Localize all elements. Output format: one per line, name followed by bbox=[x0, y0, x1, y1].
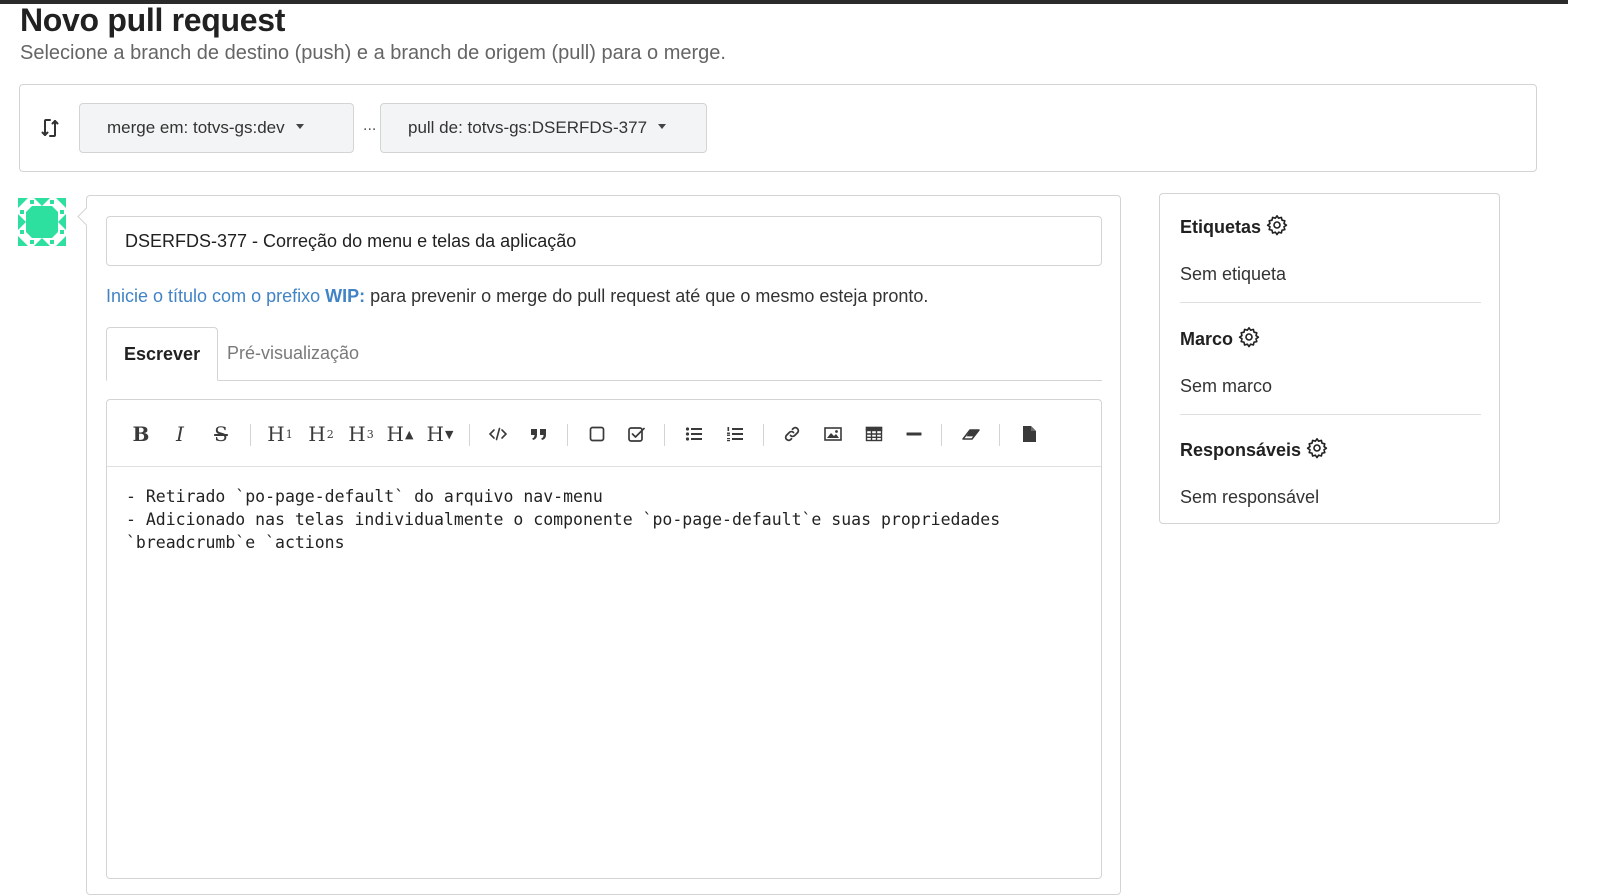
heading-1-sub: 1 bbox=[285, 427, 293, 441]
heading-1-letter: H bbox=[267, 422, 285, 446]
heading-2-sub: 2 bbox=[326, 427, 334, 441]
chevron-down-icon bbox=[658, 124, 667, 129]
gear-icon[interactable] bbox=[1261, 214, 1288, 241]
base-branch-label: merge em: totvs-gs:dev bbox=[107, 118, 285, 137]
pr-description-textarea[interactable]: - Retirado `po-page-default` do arquivo … bbox=[126, 485, 1086, 554]
wip-keyword: WIP: bbox=[325, 286, 366, 306]
labels-section: Etiquetas Sem etiqueta bbox=[1180, 214, 1481, 285]
base-branch-dropdown[interactable]: merge em: totvs-gs:dev bbox=[79, 103, 354, 153]
heading-smaller-letter: H bbox=[426, 422, 444, 446]
heading-3-button[interactable]: H3 bbox=[345, 420, 377, 448]
markdown-editor: B I S H1 H2 H3 H ▲ H ▼ - Retirado `po-pa… bbox=[106, 399, 1102, 879]
milestone-section: Marco Sem marco bbox=[1180, 326, 1481, 397]
heading-3-letter: H bbox=[348, 422, 366, 446]
milestone-title: Marco bbox=[1180, 326, 1481, 353]
wip-hint-suffix: para prevenir o merge do pull request at… bbox=[365, 286, 929, 306]
compare-arrows-icon bbox=[39, 117, 61, 139]
pr-title-input[interactable] bbox=[106, 216, 1102, 266]
branch-separator: ... bbox=[363, 117, 377, 134]
bold-button[interactable]: B bbox=[127, 420, 155, 448]
heading-smaller-sub: ▼ bbox=[444, 427, 454, 441]
assignees-heading: Responsáveis bbox=[1180, 440, 1302, 460]
link-icon[interactable] bbox=[778, 420, 806, 448]
tab-write[interactable]: Escrever bbox=[106, 327, 219, 381]
toolbar-divider bbox=[941, 424, 942, 446]
heading-bigger-button[interactable]: H ▲ bbox=[384, 420, 416, 448]
code-icon[interactable] bbox=[484, 420, 512, 448]
checkbox-empty-icon[interactable] bbox=[583, 420, 611, 448]
wip-hint-prefix: Inicie o título com o prefixo bbox=[106, 286, 326, 306]
assignees-value: Sem responsável bbox=[1180, 487, 1320, 507]
eraser-icon[interactable] bbox=[957, 420, 985, 448]
checkbox-checked-icon[interactable] bbox=[622, 420, 650, 448]
pr-sidebar: Etiquetas Sem etiqueta Marco Sem marco R… bbox=[1159, 193, 1500, 524]
labels-title: Etiquetas bbox=[1180, 214, 1481, 241]
sidebar-divider bbox=[1180, 414, 1481, 415]
head-branch-label: pull de: totvs-gs:DSERFDS-377 bbox=[408, 118, 648, 137]
chevron-down-icon bbox=[295, 124, 304, 129]
heading-smaller-button[interactable]: H ▼ bbox=[424, 420, 456, 448]
gear-icon[interactable] bbox=[1301, 437, 1328, 464]
editor-tabs: Escrever Pré-visualização bbox=[106, 327, 1102, 381]
milestone-value: Sem marco bbox=[1180, 376, 1273, 396]
editor-toolbar: B I S H1 H2 H3 H ▲ H ▼ bbox=[107, 400, 1101, 467]
milestone-heading: Marco bbox=[1180, 329, 1234, 349]
tab-preview[interactable]: Pré-visualização bbox=[210, 327, 376, 380]
head-branch-dropdown[interactable]: pull de: totvs-gs:DSERFDS-377 bbox=[380, 103, 707, 153]
heading-3-sub: 3 bbox=[366, 427, 374, 441]
quote-icon[interactable] bbox=[525, 420, 553, 448]
toolbar-divider bbox=[250, 424, 251, 446]
toolbar-divider bbox=[664, 424, 665, 446]
wip-hint: Inicie o título com o prefixo WIP: para … bbox=[106, 286, 928, 307]
page-subtitle: Selecione a branch de destino (push) e a… bbox=[20, 42, 726, 64]
gear-icon[interactable] bbox=[1233, 326, 1260, 353]
heading-bigger-sub: ▲ bbox=[404, 427, 414, 441]
image-icon[interactable] bbox=[819, 420, 847, 448]
heading-2-letter: H bbox=[308, 422, 326, 446]
assignees-section: Responsáveis Sem responsável bbox=[1180, 437, 1481, 508]
labels-heading: Etiquetas bbox=[1180, 217, 1262, 237]
numbered-list-icon[interactable] bbox=[721, 420, 749, 448]
sidebar-divider bbox=[1180, 302, 1481, 303]
page-title: Novo pull request bbox=[20, 2, 286, 38]
table-icon[interactable] bbox=[860, 420, 888, 448]
italic-button[interactable]: I bbox=[166, 420, 194, 448]
bullet-list-icon[interactable] bbox=[680, 420, 708, 448]
heading-2-button[interactable]: H2 bbox=[305, 420, 337, 448]
heading-1-button[interactable]: H1 bbox=[264, 420, 296, 448]
avatar bbox=[18, 198, 66, 246]
file-icon[interactable] bbox=[1015, 420, 1043, 448]
toolbar-divider bbox=[469, 424, 470, 446]
toolbar-divider bbox=[763, 424, 764, 446]
branch-compare-bar: merge em: totvs-gs:dev ... pull de: totv… bbox=[19, 84, 1537, 172]
horizontal-rule-icon[interactable] bbox=[900, 420, 928, 448]
assignees-title: Responsáveis bbox=[1180, 437, 1481, 464]
labels-value: Sem etiqueta bbox=[1180, 264, 1287, 284]
heading-bigger-letter: H bbox=[386, 422, 404, 446]
toolbar-divider bbox=[999, 424, 1000, 446]
strikethrough-button[interactable]: S bbox=[207, 420, 235, 448]
pull-request-form: Inicie o título com o prefixo WIP: para … bbox=[86, 195, 1121, 895]
toolbar-divider bbox=[567, 424, 568, 446]
